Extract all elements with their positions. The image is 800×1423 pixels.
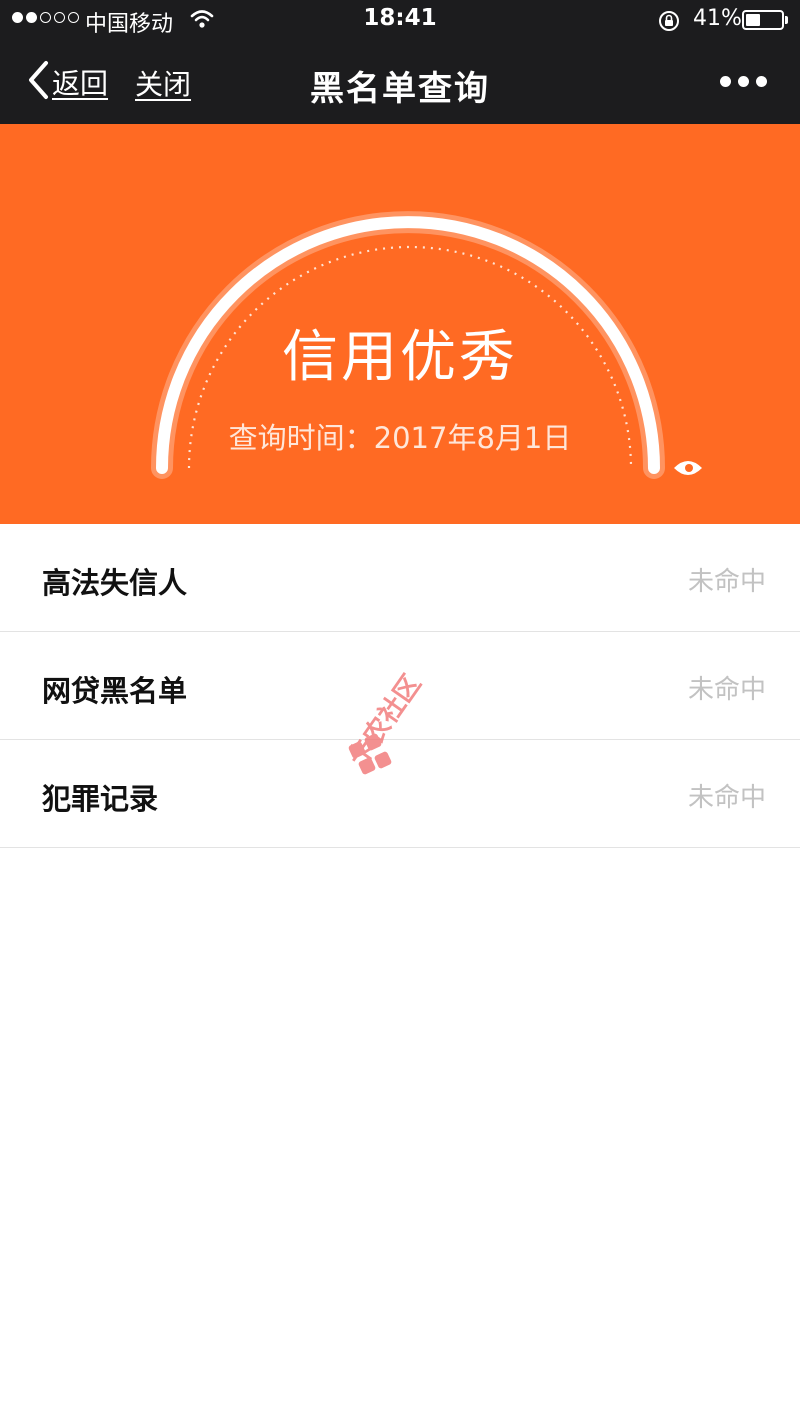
item-label: 犯罪记录 (42, 782, 159, 816)
item-status: 未命中 (687, 675, 766, 705)
page-title: 黑名单查询 (310, 69, 490, 109)
item-status: 未命中 (687, 783, 766, 813)
battery-icon (742, 10, 788, 30)
battery-nub (785, 16, 788, 24)
credit-gauge (151, 211, 702, 479)
battery-fill (746, 14, 760, 26)
gauge-pointer-icon (674, 461, 702, 475)
credit-score-panel: 信用优秀 查询时间：2017年8月1日 (0, 124, 800, 524)
item-status: 未命中 (687, 567, 766, 597)
credit-status: 信用优秀 (282, 325, 518, 390)
battery-percent: 41% (693, 6, 742, 31)
nav-bar: 返回 关闭 黑名单查询 (0, 40, 800, 124)
more-dot (738, 76, 749, 87)
more-dots-icon[interactable] (720, 76, 767, 87)
more-dot (756, 76, 767, 87)
watermark-logo: 卡农社区 (340, 640, 470, 794)
status-bar: 中国移动 18:41 41% (0, 0, 800, 40)
query-time: 查询时间：2017年8月1日 (228, 421, 572, 455)
item-label: 高法失信人 (42, 566, 188, 600)
list-item[interactable]: 高法失信人 未命中 (0, 524, 800, 632)
rotation-lock-icon (657, 9, 681, 37)
item-label: 网贷黑名单 (42, 674, 188, 708)
more-dot (720, 76, 731, 87)
